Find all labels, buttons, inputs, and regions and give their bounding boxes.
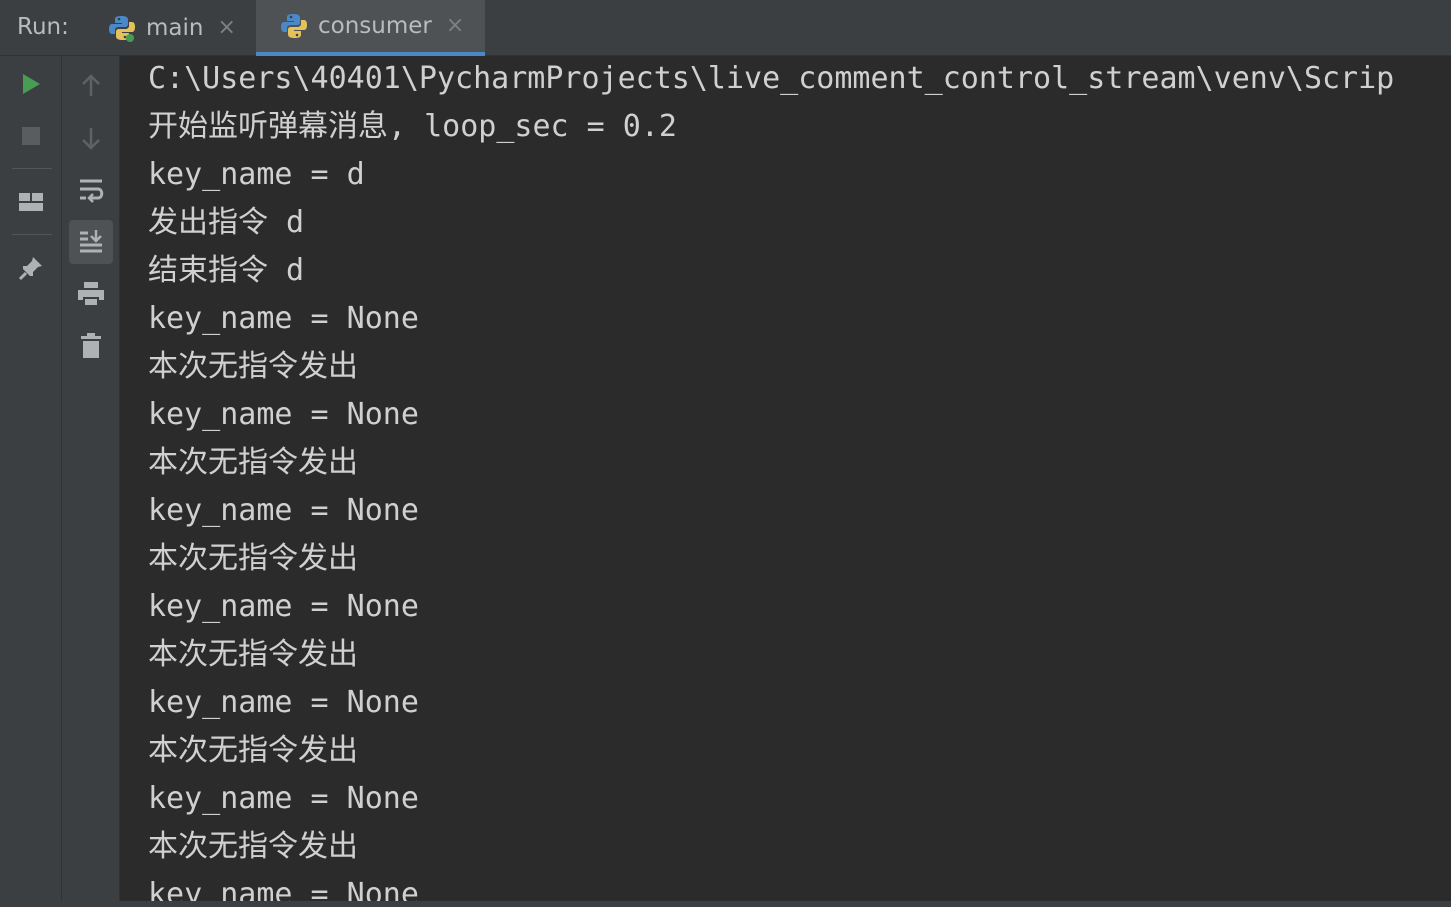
run-label: Run: xyxy=(17,14,69,40)
python-icon xyxy=(280,12,308,40)
console-line: 本次无指令发出 xyxy=(148,445,358,480)
stop-button[interactable] xyxy=(9,114,53,158)
console-line: key_name = None xyxy=(148,781,419,816)
tab-label: consumer xyxy=(318,13,432,39)
tab-label: main xyxy=(146,15,204,41)
console-line: key_name = None xyxy=(148,589,419,624)
console-line: 结束指令 d xyxy=(148,253,305,288)
tab-main[interactable]: main × xyxy=(100,0,250,56)
console-line: C:\Users\40401\PycharmProjects\live_comm… xyxy=(148,61,1395,96)
console-line: 本次无指令发出 xyxy=(148,349,358,384)
console-line: key_name = None xyxy=(148,301,419,336)
console-line: 本次无指令发出 xyxy=(148,541,358,576)
trash-icon xyxy=(79,332,103,360)
arrow-up-icon xyxy=(79,73,103,99)
next-occurrence-button[interactable] xyxy=(69,116,113,160)
print-button[interactable] xyxy=(69,272,113,316)
layout-icon xyxy=(18,190,44,214)
scroll-to-end-icon xyxy=(77,228,105,256)
console-actions-toolbar xyxy=(62,56,120,907)
arrow-down-icon xyxy=(79,125,103,151)
play-icon xyxy=(18,71,44,97)
close-icon[interactable]: × xyxy=(217,17,235,39)
tab-consumer[interactable]: consumer × xyxy=(256,0,485,56)
soft-wrap-button[interactable] xyxy=(69,168,113,212)
run-actions-toolbar xyxy=(0,56,62,907)
toolbar-separator xyxy=(12,168,52,169)
previous-occurrence-button[interactable] xyxy=(69,64,113,108)
pin-icon xyxy=(17,254,45,282)
console-line: key_name = None xyxy=(148,685,419,720)
stop-icon xyxy=(19,124,43,148)
rerun-button[interactable] xyxy=(9,62,53,106)
console-line: 发出指令 d xyxy=(148,205,305,240)
console-line: key_name = None xyxy=(148,493,419,528)
restore-layout-button[interactable] xyxy=(9,180,53,224)
clear-all-button[interactable] xyxy=(69,324,113,368)
bottom-border xyxy=(0,901,1451,907)
soft-wrap-icon xyxy=(77,176,105,204)
console-line: 本次无指令发出 xyxy=(148,733,358,768)
pin-tab-button[interactable] xyxy=(9,246,53,290)
console-line: key_name = d xyxy=(148,157,365,192)
close-icon[interactable]: × xyxy=(446,15,464,37)
run-tool-window-header: Run: main × consumer × xyxy=(0,0,1451,56)
console-line: 本次无指令发出 xyxy=(148,829,358,864)
python-icon xyxy=(108,14,136,42)
print-icon xyxy=(76,280,106,308)
console-output[interactable]: C:\Users\40401\PycharmProjects\live_comm… xyxy=(120,56,1451,907)
console-line: 本次无指令发出 xyxy=(148,637,358,672)
toolbar-separator xyxy=(12,234,52,235)
console-line: 开始监听弹幕消息, loop_sec = 0.2 xyxy=(148,109,677,144)
scroll-to-end-button[interactable] xyxy=(69,220,113,264)
console-line: key_name = None xyxy=(148,397,419,432)
